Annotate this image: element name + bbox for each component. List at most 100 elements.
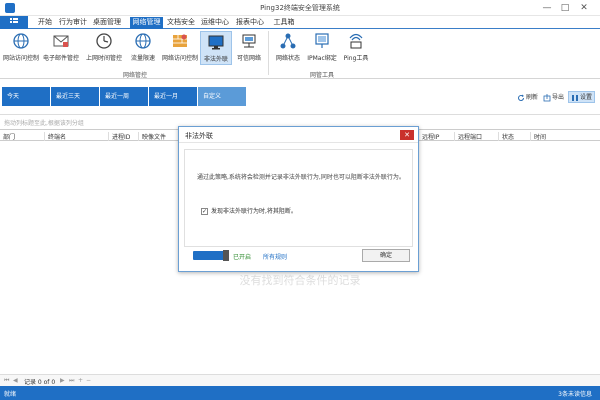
- next-page-icon[interactable]: ▶: [60, 377, 65, 384]
- column-department[interactable]: 部门: [0, 132, 44, 141]
- ipmac-icon: [315, 33, 329, 48]
- column-remote-port[interactable]: 远程端口: [454, 132, 498, 141]
- tab-toolbox[interactable]: 工具箱: [272, 17, 296, 29]
- illegal-outbound-dialog: 非法外联 ✕ 通过此策略,系统将会检测并记录非法外联行为,同时也可以阻断非法外联…: [178, 126, 419, 272]
- window-title: Ping32终端安全管理系统: [260, 4, 340, 12]
- block-checkbox[interactable]: ✓: [201, 208, 208, 215]
- internet-time-control-button[interactable]: 上网时间管控: [84, 31, 124, 65]
- ribbon-label: 可信网络: [236, 55, 261, 62]
- refresh-icon: [518, 94, 524, 101]
- policy-toggle[interactable]: [193, 250, 229, 261]
- ribbon-label: IPMac绑定: [307, 55, 337, 62]
- block-checkbox-row[interactable]: ✓ 发现非法外联行为时,将其阻断。: [201, 206, 297, 215]
- title-bar: Ping32终端安全管理系统 — □ ✕: [0, 0, 600, 16]
- all-rules-link[interactable]: 所有规则: [263, 252, 287, 261]
- export-icon: [543, 93, 551, 101]
- status-text: 就绪: [4, 391, 17, 398]
- range-today-button[interactable]: 今天: [2, 87, 50, 106]
- ribbon-label: Ping工具: [343, 55, 369, 62]
- ribbon-group-label-network-control: 网络管控: [122, 72, 147, 79]
- export-label: 导出: [552, 94, 565, 101]
- wireless-icon: [349, 33, 363, 49]
- settings-icon: [572, 94, 578, 101]
- column-time[interactable]: 时间: [530, 132, 600, 141]
- status-bar: 就绪 3条未读信息: [0, 386, 600, 400]
- date-range-bar: 今天 最近三天 最近一周 最近一月 自定义 刷新 导出 设置: [0, 82, 600, 108]
- close-window-button[interactable]: ✕: [577, 2, 591, 14]
- column-remote-ip[interactable]: 远程IP: [418, 132, 454, 141]
- ribbon-separator: [268, 31, 269, 75]
- ping-tool-button[interactable]: Ping工具: [340, 31, 372, 65]
- network-access-control-button[interactable]: 网络访问控制: [161, 31, 199, 65]
- menu-bar: 开始 行为审计 桌面管理 网络管理 文档安全 运维中心 报表中心 工具箱: [0, 16, 600, 29]
- file-menu-button[interactable]: [0, 16, 28, 29]
- remove-record-icon[interactable]: −: [86, 377, 91, 384]
- menu-grid-icon: [10, 18, 18, 23]
- globe-icon: [13, 33, 29, 49]
- minimize-button[interactable]: —: [540, 2, 554, 14]
- column-image-file[interactable]: 映像文件: [138, 132, 178, 141]
- settings-button[interactable]: 设置: [568, 91, 596, 103]
- group-by-hint: 拖动列标题至此,根据该列分组: [4, 120, 84, 127]
- tab-network-management[interactable]: 网络管理: [130, 17, 163, 29]
- unread-messages[interactable]: 3条未读信息: [558, 389, 592, 398]
- tab-desktop-management[interactable]: 桌面管理: [92, 17, 122, 29]
- network-status-button[interactable]: 网络状态: [272, 31, 304, 65]
- tab-document-security[interactable]: 文档安全: [166, 17, 196, 29]
- ribbon-label: 上网时间管控: [85, 55, 122, 62]
- ribbon: 网站访问控制 电子邮件管控 上网时间管控 流量限速 网络访问控制 非法外联 可信…: [0, 29, 600, 79]
- firewall-icon: [173, 34, 187, 47]
- email-control-button[interactable]: 电子邮件管控: [42, 31, 80, 65]
- record-count: 记录 0 of 0: [24, 379, 56, 386]
- dialog-content-panel: 通过此策略,系统将会检测并记录非法外联行为,同时也可以阻断非法外联行为。 ✓ 发现…: [184, 149, 413, 247]
- maximize-button[interactable]: □: [558, 2, 572, 14]
- export-button[interactable]: 导出: [543, 92, 564, 102]
- email-icon: [53, 35, 69, 47]
- first-page-icon[interactable]: ⏮: [4, 377, 9, 385]
- globe-icon: [135, 33, 151, 49]
- ribbon-label: 网络状态: [275, 55, 300, 62]
- range-month-button[interactable]: 最近一月: [149, 87, 197, 106]
- last-page-icon[interactable]: ⏭: [69, 377, 74, 385]
- dialog-close-button[interactable]: ✕: [400, 130, 414, 140]
- settings-label: 设置: [580, 94, 593, 101]
- refresh-label: 刷新: [526, 94, 539, 101]
- dialog-description: 通过此策略,系统将会检测并记录非法外联行为,同时也可以阻断非法外联行为。: [197, 174, 405, 181]
- trusted-network-button[interactable]: 可信网络: [234, 31, 264, 65]
- empty-grid-message: 没有找到符合条件的记录: [239, 274, 361, 287]
- ribbon-label: 网络访问控制: [161, 55, 198, 62]
- website-access-control-button[interactable]: 网站访问控制: [2, 31, 40, 65]
- column-status[interactable]: 状态: [498, 132, 530, 141]
- range-3days-button[interactable]: 最近三天: [51, 87, 99, 106]
- column-terminal-name[interactable]: 终端名: [44, 132, 108, 141]
- refresh-button[interactable]: 刷新: [517, 92, 538, 102]
- ribbon-group-label-network-tools: 网管工具: [309, 72, 334, 79]
- column-process-id[interactable]: 进程ID: [108, 132, 138, 141]
- dialog-title-bar: 非法外联 ✕: [179, 127, 418, 143]
- add-record-icon[interactable]: +: [78, 377, 83, 384]
- ribbon-label: 网站访问控制: [2, 55, 39, 62]
- prev-page-icon[interactable]: ◀: [13, 377, 18, 384]
- ok-button[interactable]: 确定: [362, 249, 410, 262]
- ribbon-label: 流量限速: [130, 55, 155, 62]
- monitor-icon: [208, 35, 224, 50]
- network-icon: [242, 34, 256, 48]
- block-checkbox-label: 发现非法外联行为时,将其阻断。: [211, 208, 297, 215]
- tab-ops-center[interactable]: 运维中心: [200, 17, 230, 29]
- ipmac-binding-button[interactable]: IPMac绑定: [306, 31, 338, 65]
- clock-icon: [96, 33, 112, 49]
- pager: ⏮ ◀ 记录 0 of 0 ▶ ⏭ + −: [0, 374, 600, 386]
- toggle-knob[interactable]: [223, 250, 229, 261]
- tab-behavior-audit[interactable]: 行为审计: [58, 17, 88, 29]
- traffic-limit-button[interactable]: 流量限速: [126, 31, 160, 65]
- ribbon-label: 电子邮件管控: [42, 55, 79, 62]
- tab-report-center[interactable]: 报表中心: [234, 17, 266, 29]
- illegal-outbound-button[interactable]: 非法外联: [200, 31, 232, 65]
- toggle-status-label: 已开启: [233, 254, 252, 261]
- dialog-title: 非法外联: [185, 132, 213, 140]
- ribbon-label: 非法外联: [203, 56, 228, 63]
- range-custom-button[interactable]: 自定义: [198, 87, 246, 106]
- tab-start[interactable]: 开始: [34, 17, 56, 29]
- network-status-icon: [280, 33, 296, 49]
- range-week-button[interactable]: 最近一周: [100, 87, 148, 106]
